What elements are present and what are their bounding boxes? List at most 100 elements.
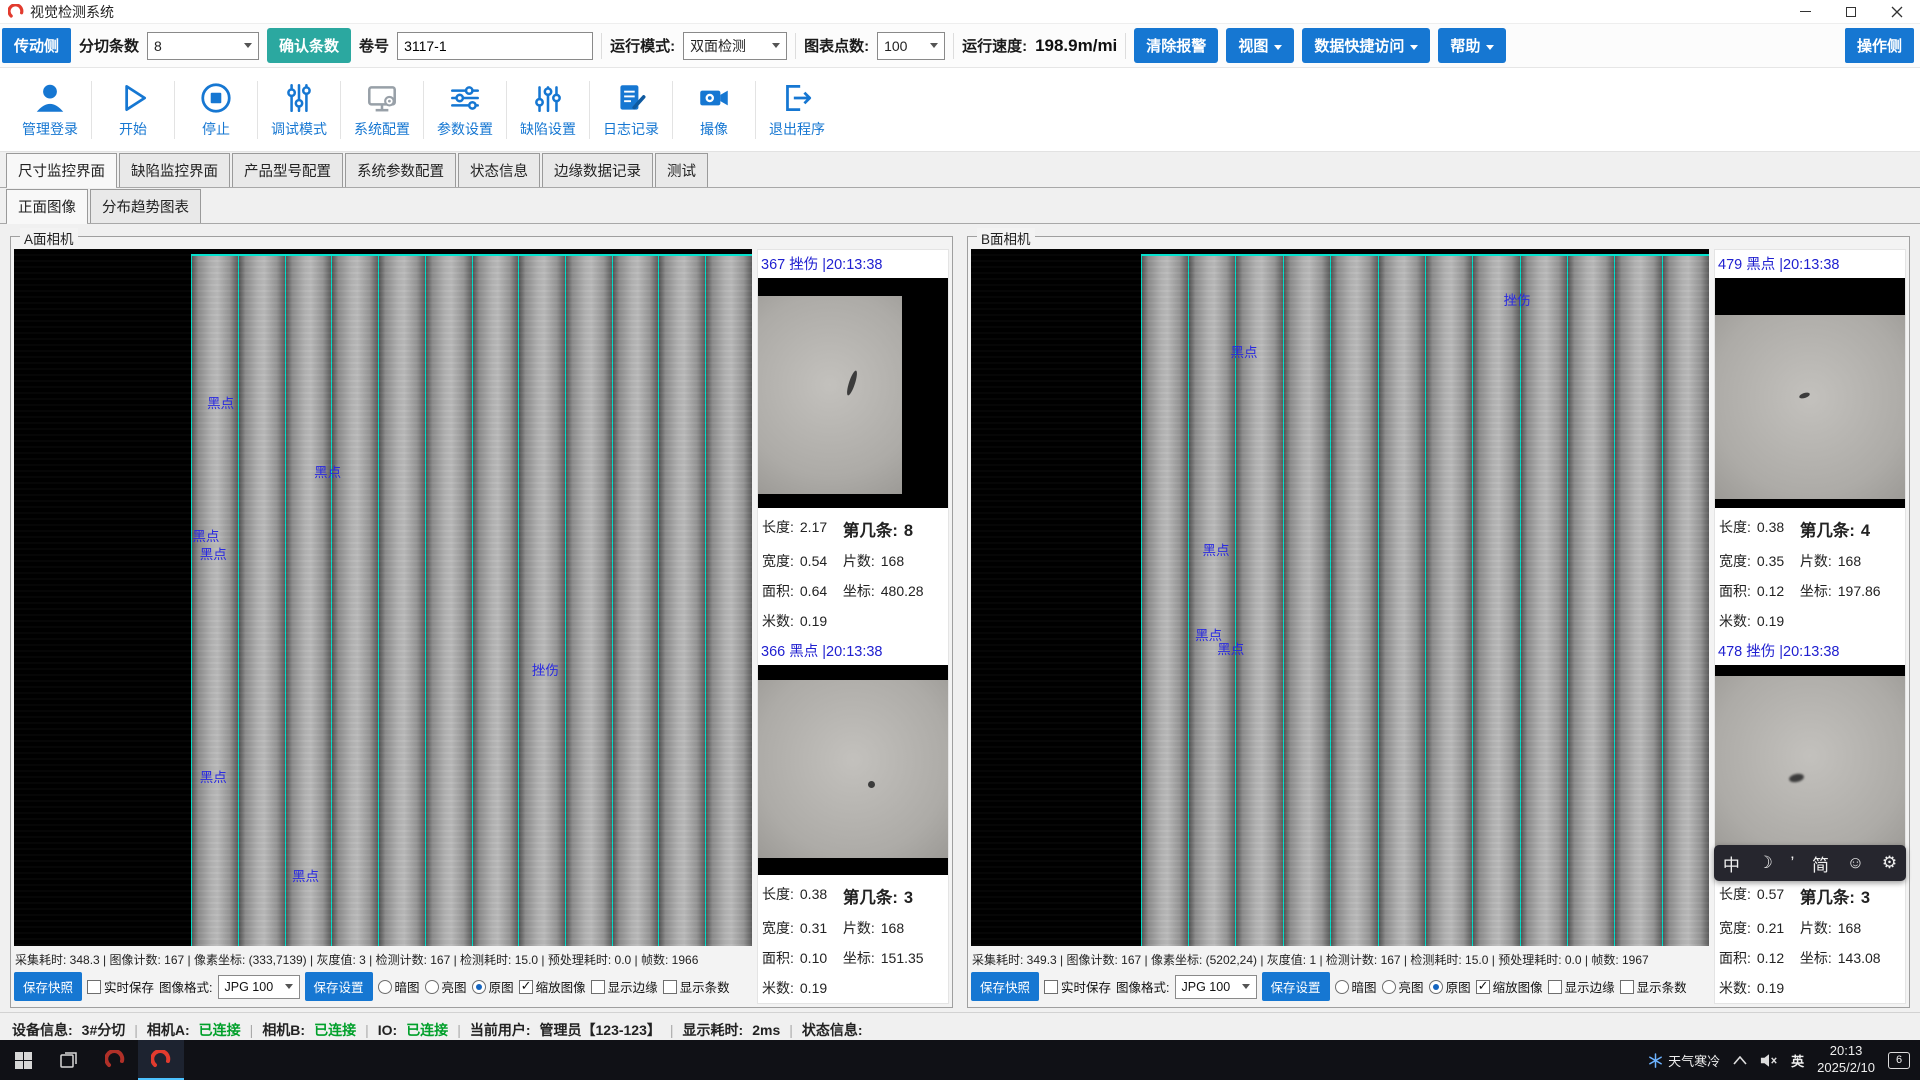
slit-count-select[interactable]: 8 bbox=[147, 32, 259, 60]
strip-segment bbox=[1614, 256, 1661, 946]
subtab-front-image[interactable]: 正面图像 bbox=[6, 189, 88, 223]
radio-icon[interactable] bbox=[1382, 980, 1396, 994]
help-menu-button[interactable]: 帮助 bbox=[1438, 28, 1506, 63]
status-info-label: 状态信息: bbox=[802, 1020, 863, 1040]
strip-segment bbox=[658, 256, 705, 946]
show-edges-checkbox[interactable]: 显示边缘 bbox=[1548, 977, 1615, 996]
bright-image-radio[interactable]: 亮图 bbox=[425, 977, 467, 996]
start-button[interactable]: 开始 bbox=[95, 80, 171, 139]
show-strips-checkbox[interactable]: 显示条数 bbox=[1620, 977, 1687, 996]
drive-side-button[interactable]: 传动侧 bbox=[2, 28, 71, 63]
zoom-image-checkbox[interactable]: 缩放图像 bbox=[519, 977, 586, 996]
tab-system-param-config[interactable]: 系统参数配置 bbox=[345, 153, 456, 187]
original-image-radio[interactable]: 原图 bbox=[472, 977, 514, 996]
punctuation-icon[interactable]: ’ bbox=[1791, 853, 1795, 873]
ime-language-indicator[interactable]: 英 bbox=[1791, 1051, 1804, 1070]
checkbox-icon[interactable] bbox=[1548, 980, 1562, 994]
simplified-chinese-toggle[interactable]: 简 bbox=[1812, 851, 1829, 876]
bright-image-radio[interactable]: 亮图 bbox=[1382, 977, 1424, 996]
defect-settings-button[interactable]: 缺陷设置 bbox=[510, 80, 586, 139]
operator-side-button[interactable]: 操作侧 bbox=[1845, 28, 1914, 63]
defect-stats: 长度:0.38 第几条:3 宽度:0.31 片数:168 面积:0.10 坐标:… bbox=[758, 875, 948, 1004]
original-image-radio[interactable]: 原图 bbox=[1429, 977, 1471, 996]
save-snapshot-button[interactable]: 保存快照 bbox=[971, 972, 1039, 1001]
image-format-select[interactable]: JPG 100 bbox=[1175, 975, 1257, 999]
defect-card-column-a: 367 挫伤 |20:13:38 长度:2.17 第几条:8 宽度:0.54 片… bbox=[757, 249, 949, 1004]
dark-image-radio[interactable]: 暗图 bbox=[1335, 977, 1377, 996]
save-settings-button[interactable]: 保存设置 bbox=[1262, 972, 1330, 1001]
radio-selected-icon[interactable] bbox=[472, 980, 486, 994]
tab-test[interactable]: 测试 bbox=[655, 153, 708, 187]
tab-defect-monitor[interactable]: 缺陷监控界面 bbox=[119, 153, 230, 187]
parameter-settings-button[interactable]: 参数设置 bbox=[427, 80, 503, 139]
gear-icon[interactable]: ⚙ bbox=[1882, 853, 1897, 873]
admin-login-button[interactable]: 管理登录 bbox=[12, 80, 88, 139]
taskbar-clock[interactable]: 20:13 2025/2/10 bbox=[1817, 1043, 1875, 1077]
radio-icon[interactable] bbox=[425, 980, 439, 994]
minimize-button[interactable] bbox=[1782, 0, 1828, 23]
taskbar-app-icon[interactable] bbox=[92, 1040, 138, 1080]
checkbox-icon[interactable] bbox=[591, 980, 605, 994]
stop-icon bbox=[198, 80, 234, 116]
weather-widget[interactable]: 天气寒冷 bbox=[1648, 1051, 1720, 1070]
radio-selected-icon[interactable] bbox=[1429, 980, 1443, 994]
debug-mode-button[interactable]: 调试模式 bbox=[261, 80, 337, 139]
clear-alarm-button[interactable]: 清除报警 bbox=[1134, 28, 1218, 63]
emoji-icon[interactable]: ☺ bbox=[1847, 853, 1864, 873]
chart-points-select[interactable]: 100 bbox=[877, 32, 945, 60]
confirm-strip-count-button[interactable]: 确认条数 bbox=[267, 28, 351, 63]
checkbox-icon[interactable] bbox=[1620, 980, 1634, 994]
strip-segment bbox=[1520, 256, 1567, 946]
camera-b-controls: 保存快照 实时保存 图像格式: JPG 100 保存设置 暗图 亮图 原图 缩放… bbox=[971, 970, 1709, 1004]
realtime-save-checkbox[interactable]: 实时保存 bbox=[87, 977, 154, 996]
strip-segment bbox=[378, 256, 425, 946]
radio-icon[interactable] bbox=[1335, 980, 1349, 994]
save-snapshot-button[interactable]: 保存快照 bbox=[14, 972, 82, 1001]
stop-button[interactable]: 停止 bbox=[178, 80, 254, 139]
exit-program-button[interactable]: 退出程序 bbox=[759, 80, 835, 139]
taskbar-active-app-icon[interactable] bbox=[138, 1040, 184, 1080]
checkbox-icon[interactable] bbox=[1044, 980, 1058, 994]
tab-edge-data-record[interactable]: 边缘数据记录 bbox=[542, 153, 653, 187]
checkbox-checked-icon[interactable] bbox=[1476, 980, 1490, 994]
dark-image-radio[interactable]: 暗图 bbox=[378, 977, 420, 996]
checkbox-icon[interactable] bbox=[663, 980, 677, 994]
radio-icon[interactable] bbox=[378, 980, 392, 994]
run-mode-select[interactable]: 双面检测 bbox=[683, 32, 787, 60]
realtime-save-checkbox[interactable]: 实时保存 bbox=[1044, 977, 1111, 996]
image-format-select[interactable]: JPG 100 bbox=[218, 975, 300, 999]
log-record-button[interactable]: 日志记录 bbox=[593, 80, 669, 139]
chevron-down-icon bbox=[1486, 45, 1494, 50]
window-title: 视觉检测系统 bbox=[30, 2, 114, 22]
zoom-image-checkbox[interactable]: 缩放图像 bbox=[1476, 977, 1543, 996]
show-strips-checkbox[interactable]: 显示条数 bbox=[663, 977, 730, 996]
current-user-label: 当前用户: bbox=[470, 1020, 531, 1040]
defect-stats: 长度:2.17 第几条:8 宽度:0.54 片数:168 面积:0.64 坐标:… bbox=[758, 508, 948, 637]
save-settings-button[interactable]: 保存设置 bbox=[305, 972, 373, 1001]
tab-status-info[interactable]: 状态信息 bbox=[458, 153, 540, 187]
system-config-button[interactable]: 系统配置 bbox=[344, 80, 420, 139]
view-menu-button[interactable]: 视图 bbox=[1226, 28, 1294, 63]
checkbox-icon[interactable] bbox=[87, 980, 101, 994]
show-edges-checkbox[interactable]: 显示边缘 bbox=[591, 977, 658, 996]
tab-product-model-config[interactable]: 产品型号配置 bbox=[232, 153, 343, 187]
task-view-button[interactable] bbox=[46, 1040, 92, 1080]
strip-segment bbox=[518, 256, 565, 946]
toolbar-separator bbox=[589, 81, 590, 139]
start-button[interactable] bbox=[0, 1040, 46, 1080]
tab-size-monitor[interactable]: 尺寸监控界面 bbox=[6, 153, 117, 187]
maximize-button[interactable] bbox=[1828, 0, 1874, 23]
ime-mode-toggle[interactable]: 中 bbox=[1723, 851, 1740, 876]
moon-icon[interactable]: ☽ bbox=[1758, 853, 1773, 873]
subtab-distribution-trend[interactable]: 分布趋势图表 bbox=[90, 189, 201, 223]
checkbox-checked-icon[interactable] bbox=[519, 980, 533, 994]
close-button[interactable] bbox=[1874, 0, 1920, 23]
capture-button[interactable]: 撮像 bbox=[676, 80, 752, 139]
speaker-muted-icon[interactable] bbox=[1760, 1053, 1778, 1068]
chevron-up-icon[interactable] bbox=[1733, 1056, 1747, 1065]
roll-number-input[interactable] bbox=[397, 32, 593, 60]
defect-mark bbox=[868, 781, 875, 788]
notification-badge[interactable]: 6 bbox=[1888, 1052, 1910, 1069]
sub-tab-bar: 正面图像 分布趋势图表 bbox=[0, 188, 1920, 224]
data-quick-access-button[interactable]: 数据快捷访问 bbox=[1302, 28, 1430, 63]
